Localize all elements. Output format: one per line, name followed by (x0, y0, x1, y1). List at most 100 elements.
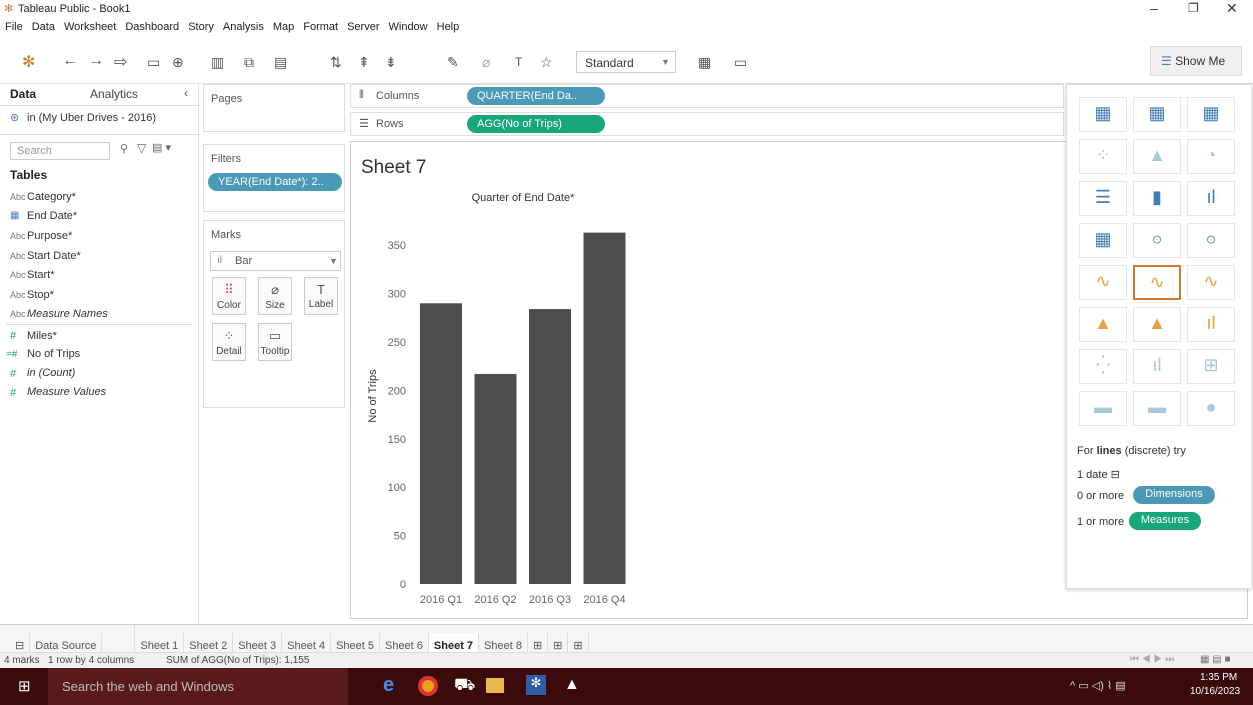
collapse-pane-icon[interactable]: ‹ (184, 86, 188, 100)
undo-icon[interactable]: ← (62, 52, 78, 70)
columns-shelf[interactable]: ⦀ Columns QUARTER(End Da.. (350, 84, 1064, 108)
field-miles[interactable]: Miles* (27, 330, 57, 342)
chart-thumb-highlight-table[interactable]: ▦ (1187, 97, 1235, 132)
chart-thumb-stacked-bars[interactable]: ▮ (1133, 181, 1181, 216)
menu-format[interactable]: Format (298, 18, 342, 33)
menu-help[interactable]: Help (432, 18, 464, 33)
rows-shelf[interactable]: ☰ Rows AGG(No of Trips) (350, 112, 1064, 136)
menu-story[interactable]: Story (183, 18, 218, 33)
menu-worksheet[interactable]: Worksheet (59, 18, 120, 33)
chart-thumb-discrete-area[interactable]: ▲ (1133, 307, 1181, 342)
color-button[interactable]: ⠿ Color (212, 277, 246, 315)
store-icon[interactable]: ⛟ (454, 675, 475, 697)
chart-thumb-box-whisker[interactable]: ⊞ (1187, 349, 1235, 384)
chart-thumb-gantt-chart[interactable]: ▬ (1079, 391, 1127, 426)
chart-thumb-histogram[interactable]: ıl (1133, 349, 1181, 384)
new-datasource-icon[interactable]: ⊕ (172, 54, 184, 71)
save-icon[interactable]: ▭ (147, 54, 160, 71)
swap-icon[interactable]: ⇅ (330, 54, 342, 71)
fit-mode-select[interactable]: Standard ▼ (576, 51, 676, 73)
chart-thumb-text-table[interactable]: ▦ (1079, 97, 1127, 132)
field-category[interactable]: Category* (27, 191, 76, 203)
tableau-taskbar-icon[interactable]: ✻ (526, 675, 546, 695)
replay-icon[interactable]: ⇨ (114, 52, 127, 72)
chart-thumb-horizontal-bars[interactable]: ☰ (1079, 181, 1127, 216)
chart-thumb-continuous-area[interactable]: ▲ (1079, 307, 1127, 342)
chart-thumb-side-by-side-circles[interactable]: ○ (1187, 223, 1235, 258)
bar-1[interactable] (420, 303, 462, 584)
presentation-icon[interactable]: ▭ (734, 54, 747, 71)
size-button[interactable]: ⌀ Size (258, 277, 292, 315)
chart-thumb-side-by-side-bars[interactable]: ıl (1187, 181, 1235, 216)
tab-analytics[interactable]: Analytics (90, 87, 138, 101)
mark-type-select[interactable]: ıl Bar ▼ (210, 251, 341, 271)
tableau-home-icon[interactable]: ✻ (22, 52, 35, 72)
chart-thumb-bullet-graph[interactable]: ▬ (1133, 391, 1181, 426)
field-no-of-trips[interactable]: No of Trips (27, 348, 80, 360)
sort-desc-icon[interactable]: ⇟ (385, 54, 397, 71)
bar-4[interactable] (583, 232, 626, 584)
restore-icon[interactable]: ❐ (1188, 1, 1199, 15)
edge-icon[interactable]: e (383, 674, 394, 697)
label-icon[interactable]: T (515, 55, 522, 69)
chart-thumb-continuous-lines[interactable]: ∿ (1079, 265, 1127, 300)
chart-thumb-symbol-map[interactable]: ⁘ (1079, 139, 1127, 174)
detail-button[interactable]: ⁘ Detail (212, 323, 246, 361)
filters-shelf[interactable]: Filters YEAR(End Date*): 2.. (203, 144, 345, 212)
chart-thumb-pie-chart[interactable]: ◔ (1187, 139, 1235, 174)
columns-pill-quarter[interactable]: QUARTER(End Da.. (467, 87, 605, 105)
duplicate-sheet-icon[interactable]: ⧉ (244, 54, 254, 71)
windows-start-icon[interactable]: ⊞ (18, 677, 31, 695)
field-measure-names[interactable]: Measure Names (27, 308, 108, 320)
tab-data[interactable]: Data (10, 87, 36, 101)
search-icon[interactable]: ⚲ (120, 142, 128, 155)
taskbar-search[interactable]: Search the web and Windows (48, 668, 348, 705)
field-end-date[interactable]: End Date* (27, 210, 77, 222)
field-start[interactable]: Start* (27, 269, 55, 281)
minimize-icon[interactable]: – (1150, 0, 1158, 16)
field-count[interactable]: in (Count) (27, 367, 75, 379)
chart-thumb-heat-map[interactable]: ▦ (1133, 97, 1181, 132)
view-mode-icon[interactable]: ▦ ▤ ■ (1200, 654, 1231, 665)
close-icon[interactable]: ✕ (1226, 0, 1238, 17)
sort-asc-icon[interactable]: ⇞ (358, 54, 370, 71)
chart-thumb-packed-bubbles[interactable]: ● (1187, 391, 1235, 426)
label-button[interactable]: T Label (304, 277, 338, 315)
show-cards-icon[interactable]: ▦ (698, 54, 711, 71)
field-purpose[interactable]: Purpose* (27, 230, 72, 242)
system-tray-icons[interactable]: ^ ▭ ◁) ⌇ ▤ (1070, 679, 1126, 692)
file-explorer-icon[interactable] (486, 678, 504, 693)
field-stop[interactable]: Stop* (27, 289, 54, 301)
photos-icon[interactable]: ▲ (564, 676, 580, 694)
nav-arrows-icon[interactable]: ⏮ ◀ ▶ ⏭ (1130, 654, 1174, 665)
menu-dashboard[interactable]: Dashboard (120, 18, 183, 33)
pin-icon[interactable]: ☆ (540, 54, 553, 71)
filter-icon[interactable]: ▽ (137, 141, 146, 155)
chart-thumb-filled-map[interactable]: ▲ (1133, 139, 1181, 174)
chart-thumb-scatter-plot[interactable]: ⁛ (1079, 349, 1127, 384)
field-measure-values[interactable]: Measure Values (27, 386, 106, 398)
view-options-icon[interactable]: ▤ ▾ (152, 141, 171, 154)
pages-shelf[interactable]: Pages (203, 84, 345, 132)
field-start-date[interactable]: Start Date* (27, 250, 81, 262)
menu-window[interactable]: Window (384, 18, 432, 33)
menu-data[interactable]: Data (27, 18, 59, 33)
tab-data-source[interactable]: ⊟ Data Source (0, 625, 136, 660)
chart-thumb-discrete-lines[interactable]: ∿ (1133, 265, 1181, 300)
bar-2[interactable] (474, 373, 517, 584)
chart-thumb-dual-lines[interactable]: ∿ (1187, 265, 1235, 300)
group-icon[interactable]: ⌀ (482, 54, 490, 71)
chart-thumb-circle-views[interactable]: ○ (1133, 223, 1181, 258)
redo-icon[interactable]: → (88, 52, 104, 70)
chrome-icon[interactable] (418, 676, 438, 696)
chart-thumb-treemap[interactable]: ▦ (1079, 223, 1127, 258)
new-worksheet-icon[interactable]: ▥ (211, 54, 224, 71)
menu-map[interactable]: Map (268, 18, 298, 33)
highlight-icon[interactable]: ✎ (447, 54, 459, 71)
tooltip-button[interactable]: ▭ Tooltip (258, 323, 292, 361)
datasource-name[interactable]: in (My Uber Drives - 2016) (27, 112, 156, 124)
menu-file[interactable]: File (0, 18, 27, 33)
bar-3[interactable] (529, 309, 571, 584)
search-input[interactable]: Search (10, 142, 110, 160)
show-me-button[interactable]: ☰ Show Me (1150, 46, 1242, 76)
